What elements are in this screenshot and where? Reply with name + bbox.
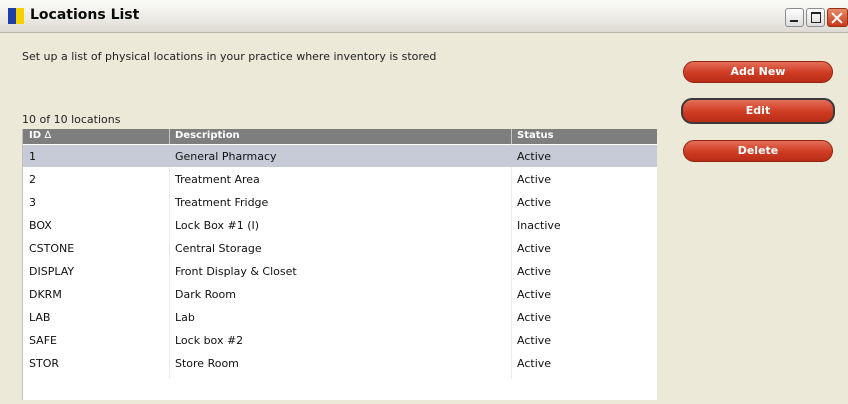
cell-id: DKRM (29, 288, 62, 301)
locations-window: Locations List Set up a list of physical… (0, 0, 848, 404)
cell-status: Active (517, 334, 552, 347)
cell-status: Active (517, 173, 552, 186)
cell-status: Active (517, 311, 552, 324)
cell-status: Active (517, 242, 552, 255)
cell-status: Active (517, 265, 552, 278)
delete-button[interactable]: Delete (683, 140, 833, 162)
cell-id: CSTONE (29, 242, 75, 255)
table-row[interactable]: LAB Lab Active (23, 306, 657, 328)
record-count: 10 of 10 locations (22, 113, 121, 126)
app-icon (8, 8, 24, 24)
locations-table: ID ∆ Description Status 1 General Pharmac… (22, 129, 657, 400)
cell-status: Active (517, 150, 552, 163)
cell-status: Active (517, 288, 552, 301)
table-row[interactable]: STOR Store Room Active (23, 352, 657, 374)
cell-description: Treatment Fridge (175, 196, 269, 209)
add-new-button[interactable]: Add New (683, 61, 833, 83)
cell-id: LAB (29, 311, 51, 324)
cell-description: General Pharmacy (175, 150, 277, 163)
cell-description: Lock Box #1 (I) (175, 219, 260, 232)
column-header-status[interactable]: Status (517, 130, 554, 141)
table-row[interactable]: 1 General Pharmacy Active (23, 145, 657, 167)
cell-id: 2 (29, 173, 36, 186)
table-header: ID ∆ Description Status (23, 129, 657, 144)
title-bar[interactable]: Locations List (0, 0, 848, 33)
cell-id: DISPLAY (29, 265, 75, 278)
cell-description: Dark Room (175, 288, 236, 301)
table-row[interactable]: SAFE Lock box #2 Active (23, 329, 657, 351)
edit-button[interactable]: Edit (681, 98, 835, 124)
instructions-text: Set up a list of physical locations in y… (22, 50, 437, 63)
maximize-button[interactable] (806, 8, 825, 27)
cell-description: Treatment Area (175, 173, 260, 186)
cell-id: BOX (29, 219, 52, 232)
cell-id: STOR (29, 357, 60, 370)
table-row[interactable]: 3 Treatment Fridge Active (23, 191, 657, 213)
cell-status: Active (517, 357, 552, 370)
cell-description: Store Room (175, 357, 239, 370)
cell-id: 1 (29, 150, 36, 163)
table-row[interactable]: BOX Lock Box #1 (I) Inactive (23, 214, 657, 236)
cell-description: Front Display & Closet (175, 265, 297, 278)
table-row[interactable]: 2 Treatment Area Active (23, 168, 657, 190)
cell-description: Lab (175, 311, 195, 324)
cell-id: SAFE (29, 334, 57, 347)
sort-ascending-icon: ∆ (44, 130, 52, 141)
close-button[interactable] (827, 8, 848, 27)
cell-description: Central Storage (175, 242, 262, 255)
minimize-button[interactable] (785, 8, 804, 27)
table-row[interactable]: DKRM Dark Room Active (23, 283, 657, 305)
table-row[interactable]: DISPLAY Front Display & Closet Active (23, 260, 657, 282)
table-row[interactable]: CSTONE Central Storage Active (23, 237, 657, 259)
cell-status: Active (517, 196, 552, 209)
cell-id: 3 (29, 196, 36, 209)
window-title: Locations List (30, 7, 140, 23)
column-header-id[interactable]: ID ∆ (29, 130, 51, 141)
column-header-description[interactable]: Description (175, 130, 240, 141)
cell-description: Lock box #2 (175, 334, 244, 347)
cell-status: Inactive (517, 219, 561, 232)
